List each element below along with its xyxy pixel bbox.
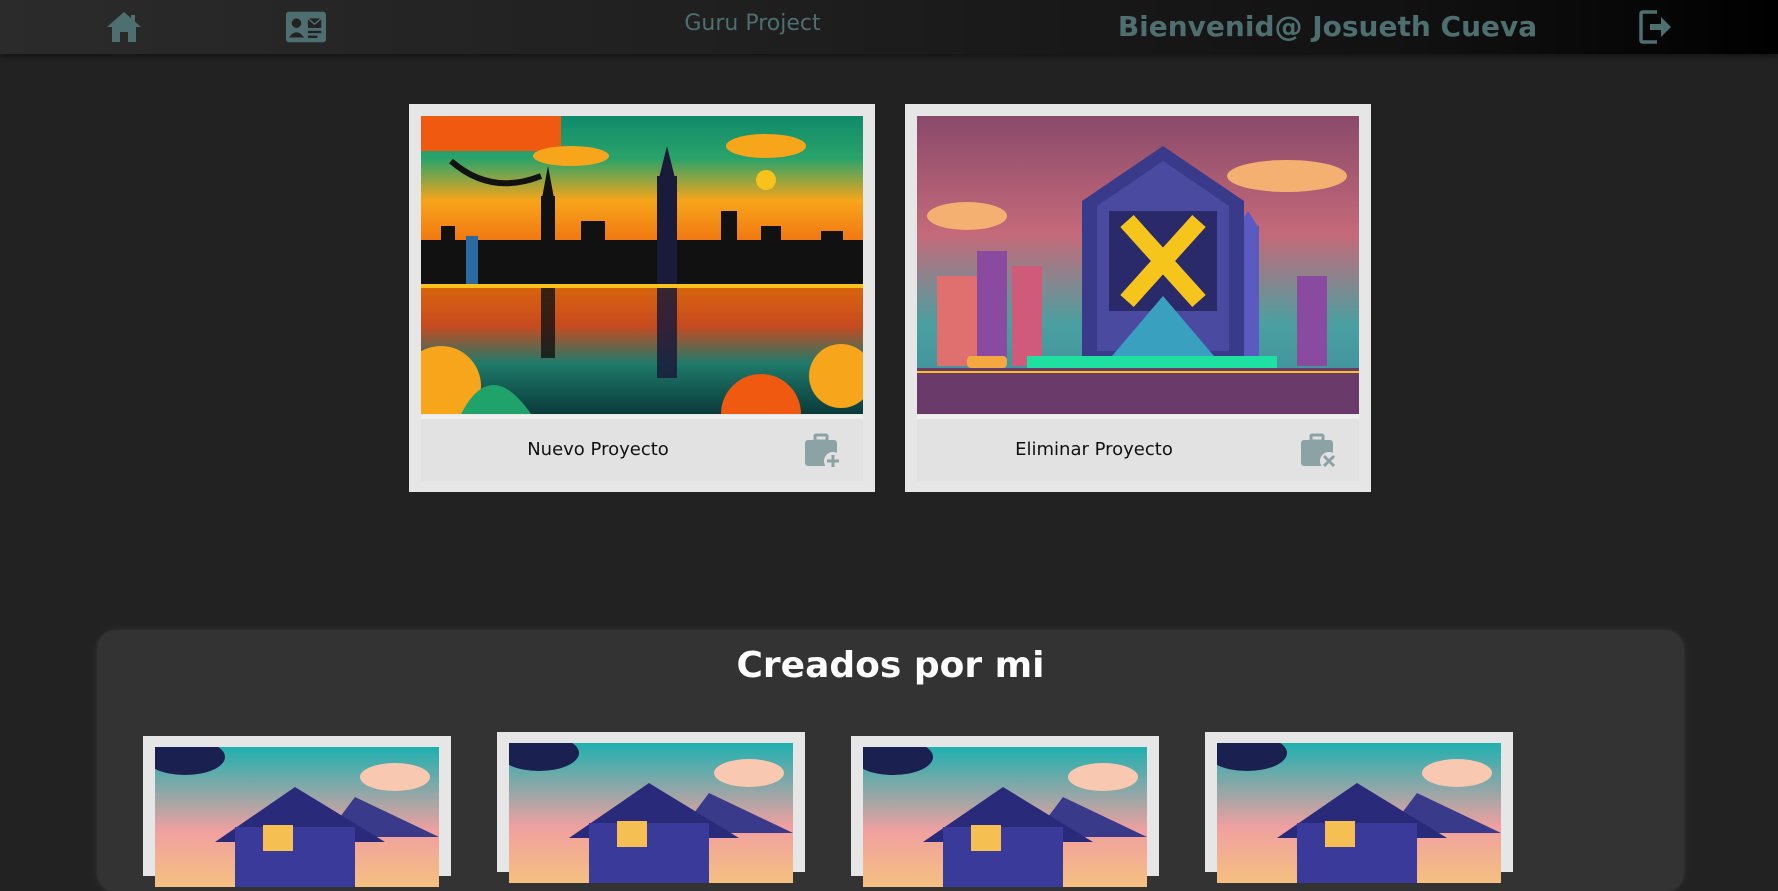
home-icon[interactable] [104, 8, 144, 46]
briefcase-x-icon [1299, 433, 1339, 470]
delete-project-footer[interactable]: Eliminar Proyecto [917, 415, 1359, 481]
logout-icon[interactable] [1636, 8, 1676, 46]
new-project-footer[interactable]: Nuevo Proyecto [421, 415, 863, 481]
project-card[interactable] [497, 732, 805, 883]
new-project-card[interactable]: Nuevo Proyecto [409, 104, 875, 492]
project-card[interactable] [851, 736, 1159, 887]
top-navbar: Guru Project Bienvenid@ Josueth Cueva [0, 0, 1778, 54]
delete-project-label: Eliminar Proyecto [1015, 439, 1173, 460]
briefcase-plus-icon [803, 433, 843, 470]
x-building-image [917, 116, 1359, 414]
delete-project-card[interactable]: Eliminar Proyecto [905, 104, 1371, 492]
welcome-message: Bienvenid@ Josueth Cueva [1117, 10, 1538, 43]
contact-card-icon[interactable] [286, 8, 326, 46]
house-image [863, 747, 1147, 887]
my-projects-title: Creados por mi [736, 645, 1045, 686]
my-projects-panel: Creados por mi [98, 631, 1683, 891]
project-card[interactable] [1205, 732, 1513, 883]
house-image [1217, 743, 1501, 883]
house-image [155, 747, 439, 887]
new-project-label: Nuevo Proyecto [527, 439, 669, 460]
brand-title[interactable]: Guru Project [640, 11, 865, 36]
project-card[interactable] [143, 736, 451, 887]
city-skyline-image [421, 116, 863, 414]
house-image [509, 743, 793, 883]
